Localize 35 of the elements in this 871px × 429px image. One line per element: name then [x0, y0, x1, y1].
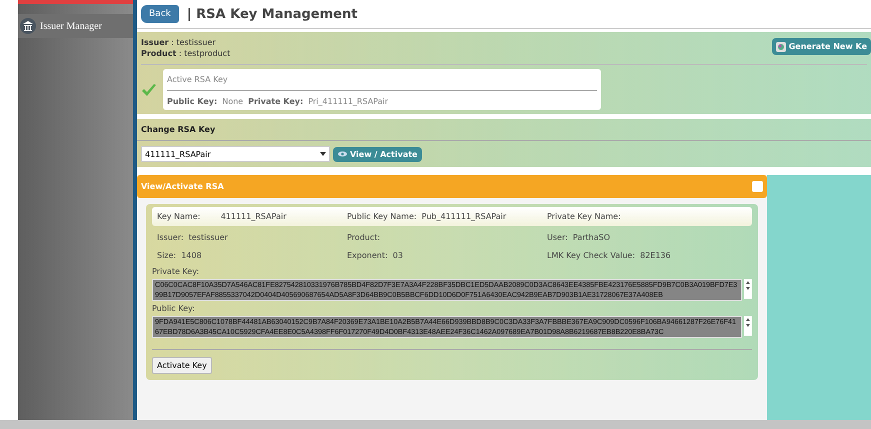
page-title: | RSA Key Management	[186, 6, 358, 22]
field-text: Size: 1408	[157, 251, 203, 260]
field-text: LMK Key Check Value: 82E136	[547, 251, 672, 260]
private-key-label: Private Key:	[152, 267, 200, 276]
activate-key-button[interactable]: Activate Key	[152, 357, 212, 374]
spinner-icon	[744, 279, 752, 299]
issuer-text: Issuer : testissuer	[141, 38, 217, 47]
public-key-label: Public Key:	[167, 97, 218, 106]
key-select[interactable]: 411111_RSAPair	[141, 146, 330, 162]
private-key-name-text: Private Key Name:	[547, 212, 622, 221]
field-text: Exponent: 03	[347, 251, 404, 260]
private-key-label: Private Key:	[248, 97, 304, 106]
public-key-name-text: Public Key Name: Pub_411111_RSAPair	[347, 212, 508, 221]
field-text: User: ParthaSO	[547, 233, 612, 242]
product-text: Product : testproduct	[141, 49, 230, 58]
active-key-title: Active RSA Key	[167, 73, 597, 91]
bank-icon	[20, 18, 36, 34]
field-text: Issuer: testissuer	[157, 233, 229, 242]
generate-key-button[interactable]: Generate New Ke	[772, 38, 871, 55]
horizontal-scrollbar[interactable]	[0, 420, 871, 429]
public-key-value: None	[222, 97, 244, 106]
back-button[interactable]: Back	[141, 5, 179, 23]
checkmark-icon	[141, 82, 157, 96]
field-text: Product:	[347, 233, 382, 242]
view-activate-button[interactable]: View / Activate	[333, 146, 422, 162]
section-title: Change RSA Key	[137, 119, 871, 141]
collapse-toggle[interactable]	[752, 181, 763, 192]
public-key-label: Public Key:	[152, 304, 196, 313]
eye-icon	[338, 151, 347, 157]
private-key-value: Pri_411111_RSAPair	[308, 97, 388, 106]
spinner-icon	[744, 316, 752, 336]
key-name-text: Key Name: 411111_RSAPair	[157, 212, 288, 221]
sidebar-item[interactable]: Issuer Manager	[18, 14, 133, 38]
panel-title: View/Activate RSA	[141, 182, 224, 191]
dropdown-arrow-icon	[320, 152, 326, 156]
